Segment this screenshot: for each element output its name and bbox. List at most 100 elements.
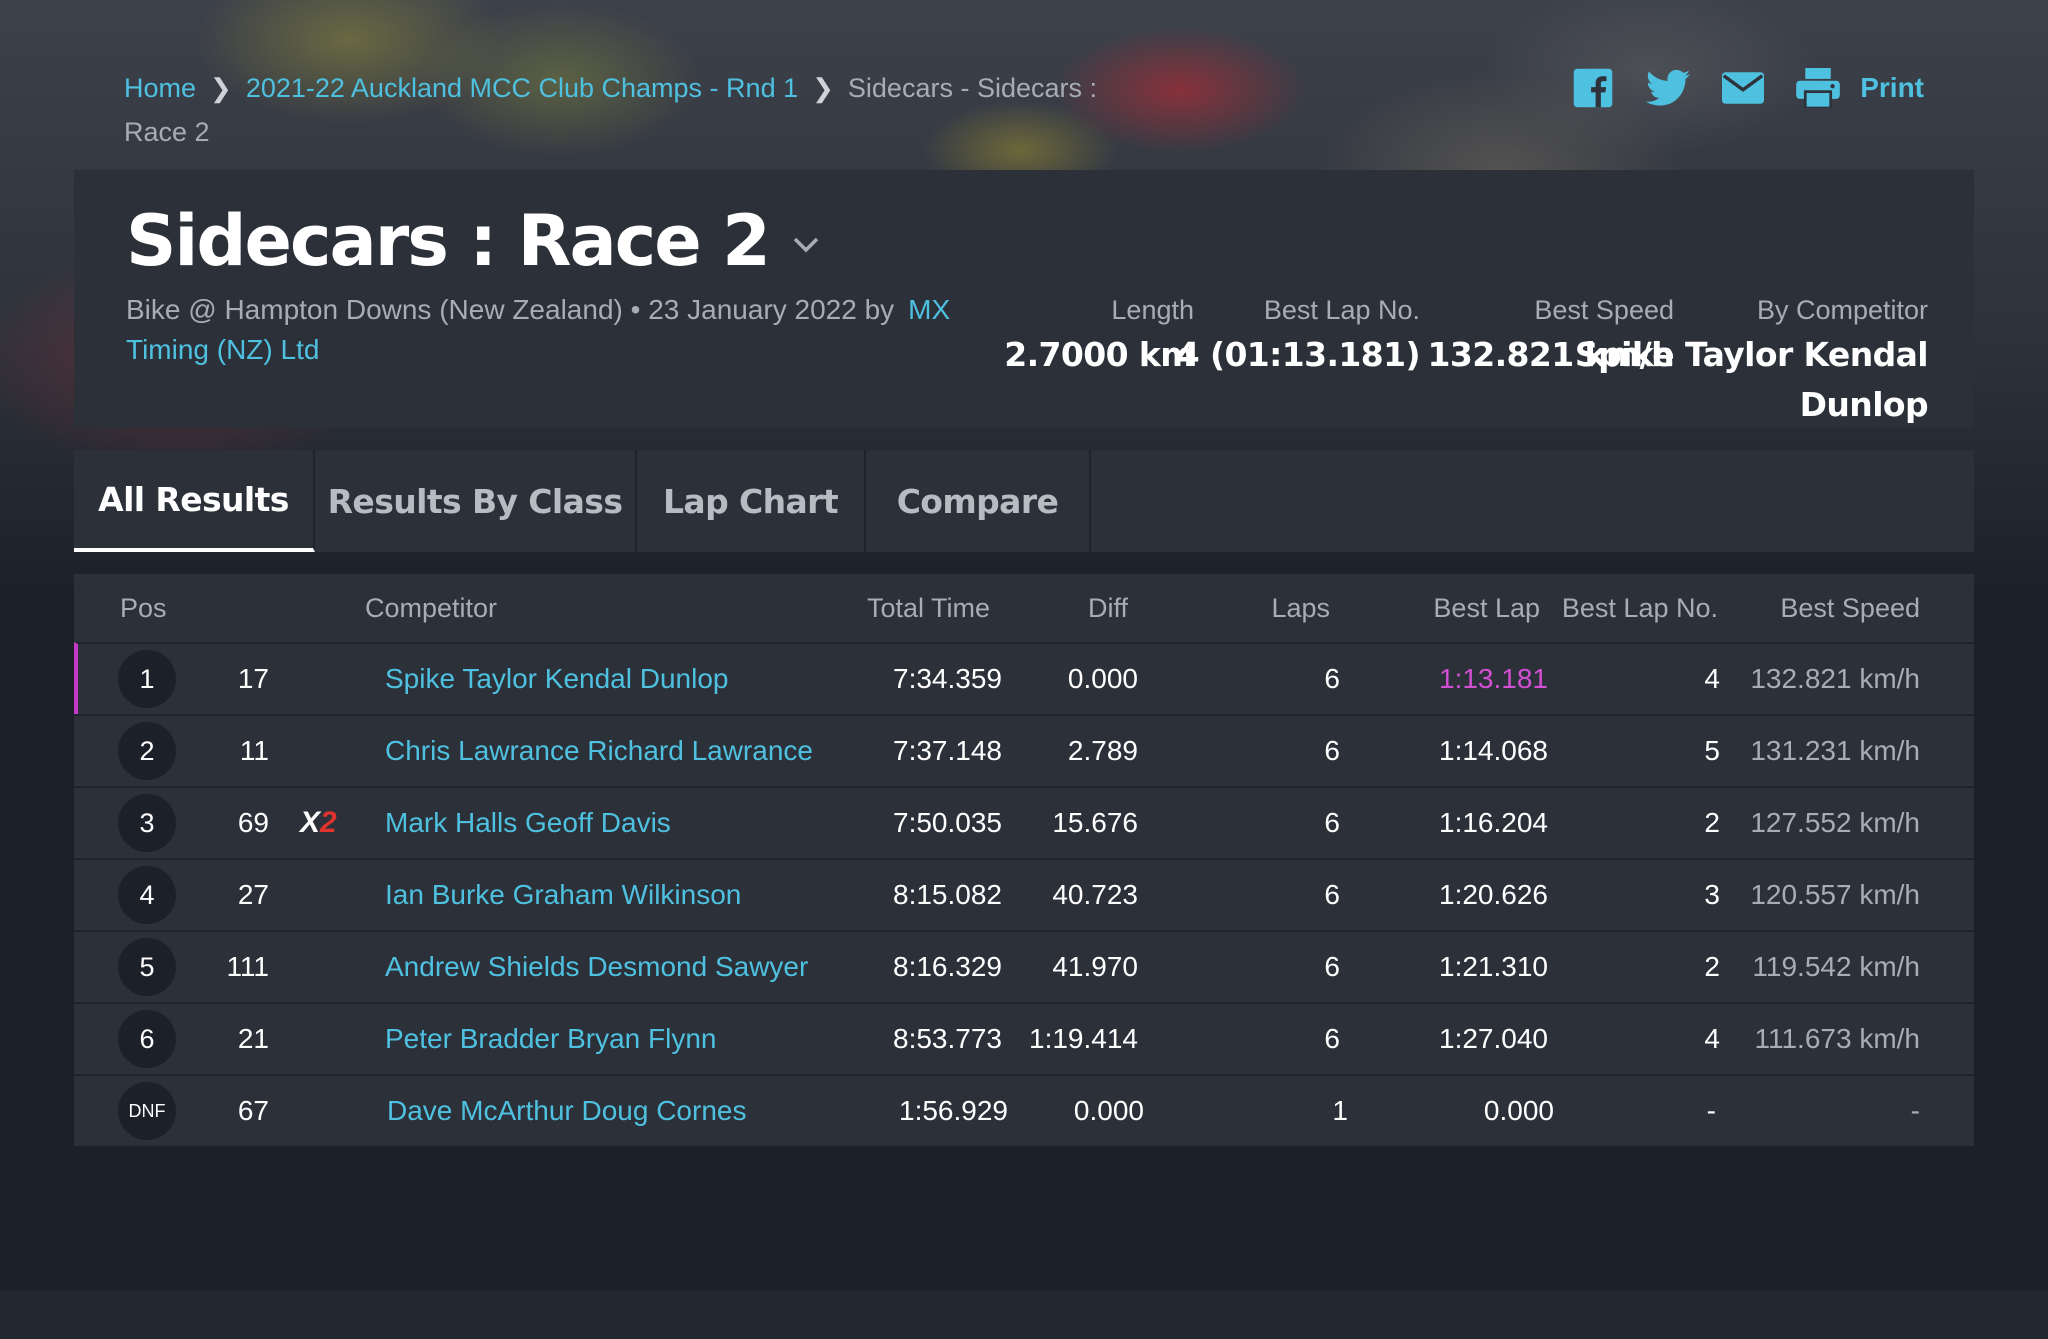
header-total-time[interactable]: Total Time <box>867 574 990 642</box>
diff: 2.789 <box>1067 735 1138 766</box>
best-lap: 1:20.626 <box>1439 879 1548 910</box>
race-title[interactable]: Sidecars : Race 2 <box>126 200 819 282</box>
position-badge: 4 <box>118 866 176 924</box>
stat-by-competitor: By Competitor Spike Taylor Kendal Dunlop <box>1574 290 1929 430</box>
header-diff[interactable]: Diff <box>1088 574 1128 642</box>
twitter-icon[interactable] <box>1646 69 1691 107</box>
race-number: 67 <box>237 1095 269 1126</box>
race-title-text: Sidecars : Race 2 <box>126 200 771 282</box>
position-badge: 2 <box>118 722 176 780</box>
email-icon[interactable] <box>1722 72 1765 104</box>
diff: 15.676 <box>1052 807 1138 838</box>
total-time: 8:16.329 <box>893 951 1002 982</box>
table-row[interactable]: 4 27 Ian Burke Graham Wilkinson 8:15.082 40.… <box>74 858 1974 930</box>
tab-results-by-class[interactable]: Results By Class <box>315 450 637 552</box>
results-tabs: All Results Results By Class Lap Chart C… <box>74 450 1974 552</box>
best-lap-no: 2 <box>1704 951 1720 982</box>
facebook-icon[interactable] <box>1572 67 1614 109</box>
competitor-link[interactable]: Peter Bradder Bryan Flynn <box>385 1004 717 1074</box>
printer-icon[interactable] <box>1796 68 1841 108</box>
class-badge: X2 <box>300 788 337 858</box>
header-best-speed[interactable]: Best Speed <box>1780 574 1920 642</box>
position-badge: 3 <box>118 794 176 852</box>
footer-band <box>0 1290 2048 1339</box>
table-body: 1 17 Spike Taylor Kendal Dunlop 7:34.359 0.0… <box>74 642 1974 1146</box>
total-time: 8:53.773 <box>893 1023 1002 1054</box>
header-pos[interactable]: Pos <box>120 574 167 642</box>
total-time: 8:15.082 <box>893 879 1002 910</box>
laps: 6 <box>1324 1023 1340 1054</box>
best-lap-no: 2 <box>1704 807 1720 838</box>
stat-by-competitor-line1: Spike Taylor Kendal <box>1574 335 1929 374</box>
best-speed: 131.231 km/h <box>1750 735 1920 766</box>
position-badge: 5 <box>118 938 176 996</box>
best-lap-no: 3 <box>1704 879 1720 910</box>
breadcrumb-home-link[interactable]: Home <box>124 73 196 103</box>
competitor-link[interactable]: Chris Lawrance Richard Lawrance <box>385 716 813 786</box>
stat-by-competitor-line2: Dunlop <box>1799 385 1929 424</box>
position-cell: 5 <box>118 932 176 1002</box>
race-summary-panel: Sidecars : Race 2 Bike @ Hampton Downs (… <box>74 170 1974 428</box>
breadcrumb: Home ❯ 2021-22 Auckland MCC Club Champs - … <box>124 66 1154 154</box>
race-meta-text: Bike @ Hampton Downs (New Zealand) • 23 … <box>126 294 895 325</box>
table-row[interactable]: 6 21 Peter Bradder Bryan Flynn 8:53.773 1:19… <box>74 1002 1974 1074</box>
table-row[interactable]: DNF 67 Dave McArthur Doug Cornes 1:56.929 0.… <box>74 1074 1974 1146</box>
total-time: 7:37.148 <box>893 735 1002 766</box>
print-link[interactable]: Print <box>1860 72 1924 104</box>
best-speed: 127.552 km/h <box>1750 807 1920 838</box>
best-speed: 132.821 km/h <box>1750 663 1920 694</box>
total-time: 7:34.359 <box>893 663 1002 694</box>
share-bar: Print <box>1572 62 1924 114</box>
position-cell: 4 <box>118 860 176 930</box>
chevron-down-icon[interactable] <box>793 237 819 253</box>
table-row[interactable]: 3 69 X 2 Mark Halls Geoff Davis 7:50.035 15.67… <box>74 786 1974 858</box>
laps: 1 <box>1332 1095 1348 1126</box>
competitor-link[interactable]: Spike Taylor Kendal Dunlop <box>385 644 728 714</box>
header-best-lap-no[interactable]: Best Lap No. <box>1562 574 1718 642</box>
stat-by-competitor-label: By Competitor <box>1756 295 1928 325</box>
laps: 6 <box>1324 807 1340 838</box>
position-cell: 3 <box>118 788 176 858</box>
best-lap-no: - <box>1706 1095 1716 1126</box>
position-cell: 2 <box>118 716 176 786</box>
position-badge: 6 <box>118 1010 176 1068</box>
stat-length-value: 2.7000 km <box>1004 335 1194 374</box>
best-speed: - <box>1910 1095 1920 1126</box>
competitor-link[interactable]: Mark Halls Geoff Davis <box>385 788 671 858</box>
position-cell: DNF <box>118 1076 176 1146</box>
tab-lap-chart[interactable]: Lap Chart <box>637 450 866 552</box>
competitor-link[interactable]: Dave McArthur Doug Cornes <box>387 1076 746 1146</box>
results-table: Pos Competitor Total Time Diff Laps Best… <box>74 574 1974 1146</box>
tab-compare[interactable]: Compare <box>866 450 1091 552</box>
stat-best-lap-no: Best Lap No. 4 (01:13.181) <box>1176 290 1421 380</box>
header-best-lap[interactable]: Best Lap <box>1433 574 1540 642</box>
laps: 6 <box>1324 951 1340 982</box>
breadcrumb-chevron-icon: ❯ <box>210 73 232 103</box>
header-laps[interactable]: Laps <box>1271 574 1330 642</box>
laps: 6 <box>1324 735 1340 766</box>
breadcrumb-chevron-icon: ❯ <box>812 73 834 103</box>
diff: 1:19.414 <box>1029 1023 1138 1054</box>
best-lap: 1:14.068 <box>1439 735 1548 766</box>
table-row[interactable]: 2 11 Chris Lawrance Richard Lawrance 7:37.1… <box>74 714 1974 786</box>
race-number: 69 <box>237 807 269 838</box>
stat-length: Length 2.7000 km <box>1004 290 1194 380</box>
breadcrumb-event-link[interactable]: 2021-22 Auckland MCC Club Champs - Rnd 1 <box>246 73 798 103</box>
best-lap: 0.000 <box>1483 1095 1554 1126</box>
header-competitor[interactable]: Competitor <box>365 574 497 642</box>
race-number: 17 <box>237 663 269 694</box>
total-time: 1:56.929 <box>899 1095 1008 1126</box>
laps: 6 <box>1324 663 1340 694</box>
table-header: Pos Competitor Total Time Diff Laps Best… <box>74 574 1974 642</box>
table-row[interactable]: 1 17 Spike Taylor Kendal Dunlop 7:34.359 0.0… <box>74 642 1974 714</box>
best-lap-no: 4 <box>1704 1023 1720 1054</box>
race-number: 11 <box>239 735 269 766</box>
stat-best-lap-no-value: 4 (01:13.181) <box>1176 335 1421 374</box>
best-lap: 1:13.181 <box>1439 663 1548 694</box>
best-lap-no: 5 <box>1704 735 1720 766</box>
competitor-link[interactable]: Andrew Shields Desmond Sawyer <box>385 932 808 1002</box>
tab-all-results[interactable]: All Results <box>74 450 315 552</box>
table-row[interactable]: 5 111 Andrew Shields Desmond Sawyer 8:16.32… <box>74 930 1974 1002</box>
class-badge-digit: 2 <box>320 806 337 839</box>
competitor-link[interactable]: Ian Burke Graham Wilkinson <box>385 860 741 930</box>
